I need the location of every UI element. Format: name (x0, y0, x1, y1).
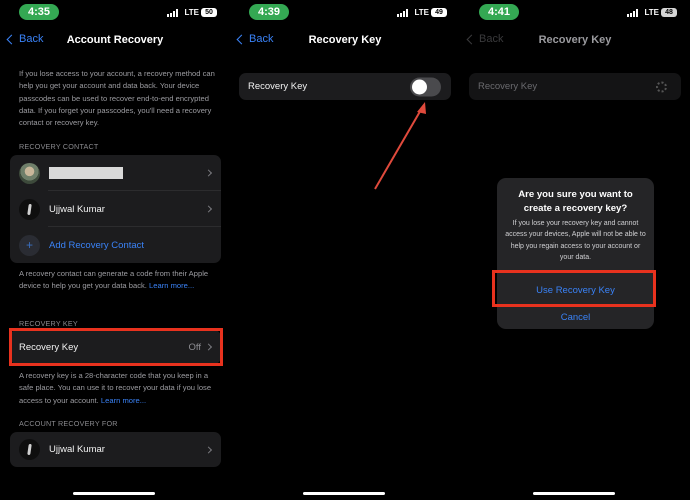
contact-row-ujjwal-kumar[interactable]: Ujjwal Kumar (10, 191, 221, 227)
chevron-right-icon (204, 445, 213, 454)
account-recovery-screen: 4:35 LTE 50 Back Account Recovery If you… (0, 0, 230, 500)
alert-title: Are you sure you want to create a recove… (518, 189, 633, 214)
add-recovery-contact-button[interactable]: + Add Recovery Contact (10, 227, 221, 263)
annotation-arrow (374, 102, 426, 190)
arrow-head (417, 102, 426, 114)
status-bar: 4:41 LTE 48 (460, 0, 690, 28)
cancel-button[interactable]: Cancel (497, 312, 654, 323)
contact-name: Ujjwal Kumar (49, 444, 105, 455)
status-time: 4:41 (479, 4, 519, 20)
recovery-key-screen: 4:39 LTE 49 Back Recovery Key Recovery K… (230, 0, 460, 500)
section-header-account-recovery-for: ACCOUNT RECOVERY FOR (19, 419, 118, 428)
avatar (19, 162, 40, 184)
contact-name: Ujjwal Kumar (49, 203, 105, 215)
chevron-right-icon (204, 169, 213, 177)
learn-more-link[interactable]: Learn more... (101, 396, 146, 405)
contact-row-redacted[interactable] (10, 155, 221, 191)
nav-bar: Back Recovery Key (460, 30, 690, 52)
plus-icon: + (19, 234, 40, 256)
network-type: LTE (644, 8, 659, 17)
section-header-recovery-contact: RECOVERY CONTACT (19, 142, 99, 151)
redacted-name (49, 167, 123, 179)
section-header-recovery-key: RECOVERY KEY (19, 319, 78, 328)
page-title: Account Recovery (66, 34, 164, 46)
highlight-box (492, 270, 656, 307)
status-bar: 4:35 LTE 50 (0, 0, 230, 28)
recovery-key-note: A recovery key is a 28-character code th… (19, 370, 219, 407)
network-type: LTE (184, 8, 199, 17)
account-recovery-for-group: Ujjwal Kumar (10, 432, 221, 467)
nav-bar: Back Account Recovery (0, 30, 230, 52)
signal-bars-icon (167, 9, 178, 17)
recovery-key-row: Recovery Key (469, 73, 681, 100)
chevron-right-icon (204, 205, 213, 213)
battery-icon: 50 (201, 8, 217, 17)
recovery-contact-group: Ujjwal Kumar + Add Recovery Contact (10, 155, 221, 263)
home-indicator (73, 492, 155, 495)
recovery-key-group: Recovery Key (469, 73, 681, 100)
home-indicator (533, 492, 615, 495)
learn-more-link[interactable]: Learn more... (149, 281, 194, 290)
home-indicator (303, 492, 385, 495)
recovery-contact-note: A recovery contact can generate a code f… (19, 268, 219, 293)
arrow-shaft (374, 107, 423, 190)
status-time: 4:35 (19, 4, 59, 20)
intro-text: If you lose access to your account, a re… (19, 69, 215, 128)
alert-message: If you lose your recovery key and cannot… (505, 220, 646, 262)
signal-bars-icon (627, 9, 638, 17)
add-recovery-contact-label: Add Recovery Contact (49, 239, 145, 251)
recovery-key-label: Recovery Key (478, 81, 538, 92)
highlight-box (9, 328, 223, 366)
battery-icon: 48 (661, 8, 677, 17)
page-title: Recovery Key (538, 34, 612, 46)
avatar (19, 198, 40, 220)
loading-spinner-icon (656, 81, 667, 92)
account-recovery-for-row[interactable]: Ujjwal Kumar (10, 432, 221, 467)
avatar (19, 439, 40, 460)
